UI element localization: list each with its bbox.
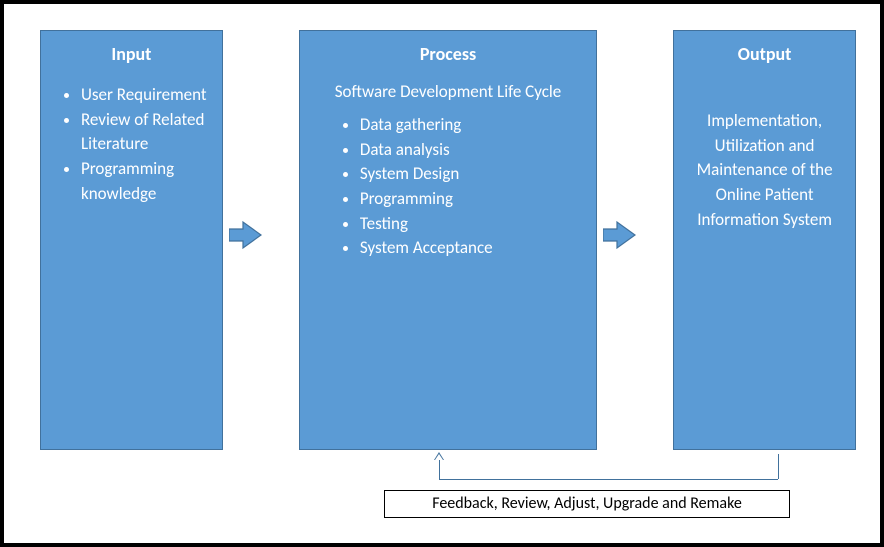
list-item: Data gathering [360,113,584,138]
output-box: Output Implementation, Utilization and M… [673,30,856,450]
process-subtitle: Software Development Life Cycle [320,81,576,103]
list-item: Programming [360,187,584,212]
feedback-label: Feedback, Review, Adjust, Upgrade and Re… [384,490,790,518]
list-item: Data analysis [360,138,584,163]
output-title: Output [674,43,855,65]
input-title: Input [41,43,222,65]
list-item: User Requirement [81,83,210,108]
output-text: Implementation, Utilization and Maintena… [688,109,841,232]
list-item: Testing [360,212,584,237]
list-item: Review of Related Literature [81,108,210,157]
diagram-frame: Input User Requirement Review of Related… [0,0,884,547]
process-title: Process [300,43,596,65]
feedback-arrowhead-icon [434,452,444,460]
input-list: User Requirement Review of Related Liter… [81,83,210,206]
arrow-right-icon [229,220,263,250]
process-list: Data gathering Data analysis System Desi… [360,113,584,261]
list-item: Programming knowledge [81,157,210,206]
list-item: System Design [360,162,584,187]
feedback-connector [439,479,778,480]
list-item: System Acceptance [360,236,584,261]
arrow-right-icon [603,220,637,250]
feedback-connector [778,454,779,479]
process-box: Process Software Development Life Cycle … [299,30,597,450]
input-box: Input User Requirement Review of Related… [40,30,223,450]
main-row: Input User Requirement Review of Related… [4,4,880,450]
